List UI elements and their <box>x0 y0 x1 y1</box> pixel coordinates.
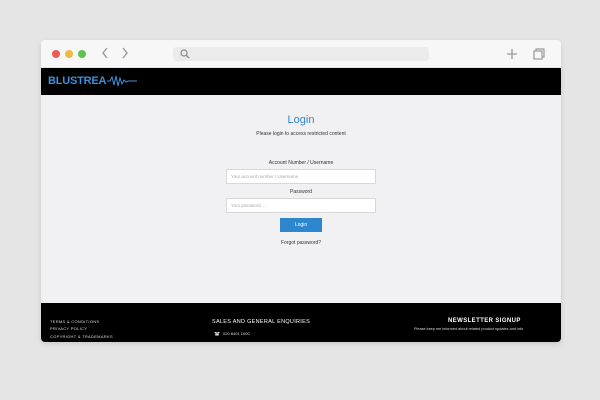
login-section: Login Please login to access restricted … <box>41 95 561 303</box>
close-window-button[interactable] <box>52 50 60 58</box>
waveform-icon <box>107 75 138 87</box>
newsletter-text: Please keep me informed about related pr… <box>414 327 524 331</box>
maximize-window-button[interactable] <box>78 50 86 58</box>
logo-text: BLUSTREA <box>48 75 107 87</box>
sales-heading: SALES AND GENERAL ENQUIRIES <box>212 319 311 325</box>
account-input[interactable] <box>226 169 376 184</box>
login-button[interactable]: Login <box>280 218 322 232</box>
phone-icon <box>214 332 220 336</box>
tabs-icon[interactable] <box>531 46 547 62</box>
site-footer: TERMS & CONDITIONS PRIVACY POLICY COPYRI… <box>41 303 561 342</box>
password-input[interactable] <box>226 198 376 213</box>
back-icon[interactable] <box>98 46 112 62</box>
address-bar[interactable] <box>173 47 429 61</box>
browser-window: BLUSTREA Login Please login to access re… <box>41 40 561 342</box>
minimize-window-button[interactable] <box>65 50 73 58</box>
search-icon <box>180 49 190 59</box>
page-title: Login <box>287 114 315 126</box>
browser-toolbar <box>41 40 561 68</box>
footer-link-terms[interactable]: TERMS & CONDITIONS <box>50 319 99 324</box>
account-label: Account Number / Username <box>268 160 334 166</box>
footer-link-copyright[interactable]: COPYRIGHT & TRADEMARKS <box>50 334 113 339</box>
plus-icon[interactable] <box>504 46 520 62</box>
blustream-logo[interactable]: BLUSTREA <box>48 74 138 88</box>
forward-icon[interactable] <box>118 46 132 62</box>
phone-number: 020 8401 1000 <box>223 331 250 336</box>
site-header: BLUSTREA <box>41 68 561 95</box>
footer-link-privacy[interactable]: PRIVACY POLICY <box>50 326 87 331</box>
login-subtitle: Please login to access restricted conten… <box>256 131 346 137</box>
phone-contact[interactable]: 020 8401 1000 <box>214 331 250 336</box>
newsletter-heading: NEWSLETTER SIGNUP <box>448 318 521 324</box>
forgot-password-link[interactable]: Forgot password? <box>41 240 561 246</box>
password-label: Password <box>290 189 312 195</box>
